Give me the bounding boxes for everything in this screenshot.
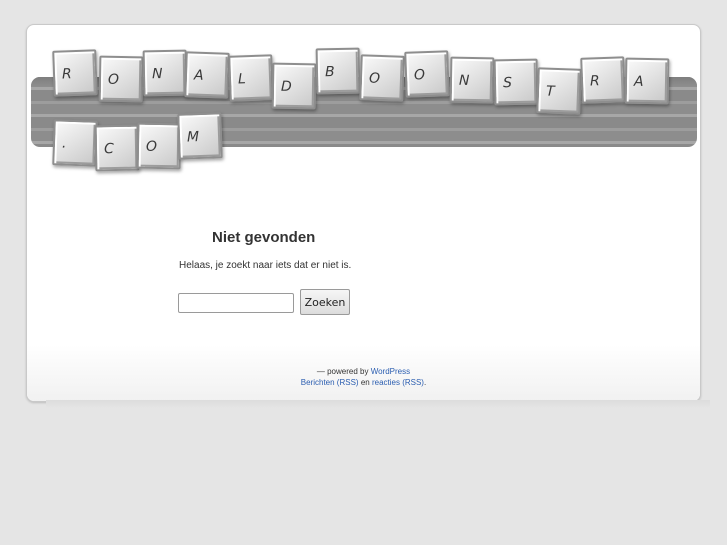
header-key-r[interactable]: R — [52, 49, 98, 97]
key-letter: B — [324, 64, 335, 81]
key-letter: R — [61, 66, 73, 83]
key-letter: D — [280, 78, 292, 95]
site-footer: — powered by WordPress Berichten (RSS) e… — [27, 345, 700, 401]
footer-rss-line: Berichten (RSS) en reacties (RSS). — [27, 378, 700, 387]
header-key-a[interactable]: A — [184, 51, 230, 99]
header-key-o3[interactable]: O — [404, 50, 450, 98]
header-key-r2[interactable]: R — [580, 56, 626, 104]
key-letter: A — [633, 73, 644, 90]
header-key-l[interactable]: L — [228, 54, 274, 102]
header-key-dot[interactable]: . — [52, 119, 98, 167]
key-letter: M — [186, 129, 200, 146]
key-letter: O — [368, 70, 381, 87]
header-key-d[interactable]: D — [271, 62, 317, 110]
powered-by-text: — powered by — [316, 367, 369, 376]
key-letter: S — [502, 75, 513, 92]
key-letter: L — [237, 71, 247, 88]
and-text: en — [360, 378, 370, 387]
key-letter: . — [61, 135, 67, 152]
header-key-n2[interactable]: N — [449, 56, 495, 104]
posts-rss-link[interactable]: Berichten (RSS) — [301, 378, 359, 387]
search-button[interactable]: Zoeken — [300, 289, 350, 315]
not-found-message: Helaas, je zoekt naar iets dat er niet i… — [179, 260, 352, 271]
header-key-m[interactable]: M — [177, 112, 223, 160]
search-input[interactable] — [178, 293, 294, 313]
key-letter: C — [103, 141, 114, 158]
key-letter: O — [107, 71, 120, 88]
page-container: R O N A L D B O O N S T R A . C O M Niet… — [26, 24, 701, 402]
header-key-a2[interactable]: A — [624, 57, 670, 105]
footer-powered-line: — powered by WordPress — [27, 367, 700, 376]
key-letter: O — [145, 138, 158, 155]
wordpress-link[interactable]: WordPress — [371, 367, 410, 376]
header-key-o2[interactable]: O — [359, 54, 405, 102]
header-key-o4[interactable]: O — [136, 122, 182, 170]
key-letter: A — [193, 67, 204, 84]
key-letter: O — [413, 67, 426, 84]
key-letter: T — [545, 83, 555, 100]
page-title: Niet gevonden — [212, 229, 316, 246]
header-key-b[interactable]: B — [315, 47, 361, 95]
header-key-s[interactable]: S — [493, 58, 539, 106]
header-key-n[interactable]: N — [142, 49, 188, 97]
key-letter: R — [589, 73, 601, 90]
comments-rss-link[interactable]: reacties (RSS) — [372, 378, 424, 387]
header-key-t[interactable]: T — [536, 67, 582, 115]
key-letter: N — [458, 72, 470, 89]
header-key-o[interactable]: O — [98, 55, 144, 103]
site-header: R O N A L D B O O N S T R A . C O M — [27, 25, 700, 215]
footer-period: . — [423, 378, 427, 387]
header-fade — [27, 175, 700, 215]
page-bottom-shadow — [46, 400, 710, 408]
key-letter: N — [151, 66, 163, 83]
header-key-c[interactable]: C — [94, 124, 140, 172]
